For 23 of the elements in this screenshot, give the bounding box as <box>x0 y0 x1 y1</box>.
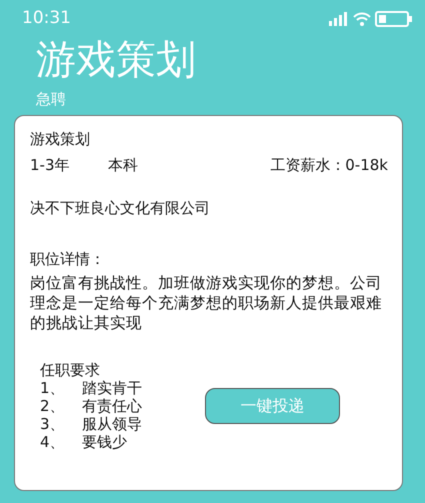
requirements-label: 任职要求 <box>40 360 101 379</box>
requirement-text: 有责任心 <box>82 396 142 415</box>
requirement-text: 踏实肯干 <box>82 378 142 397</box>
list-number: 4、 <box>40 432 66 451</box>
battery-icon <box>375 11 413 27</box>
status-time: 10:31 <box>22 7 71 30</box>
requirement-text: 要钱少 <box>82 432 127 451</box>
experience-text: 1-3年 <box>30 156 70 175</box>
wifi-icon <box>353 12 371 26</box>
signal-icon <box>329 12 349 26</box>
salary-text: 工资薪水：0-18k <box>270 156 388 175</box>
details-label: 职位详情： <box>30 250 106 268</box>
page-title: 游戏策划 <box>36 38 197 82</box>
education-text: 本科 <box>108 156 138 175</box>
requirement-text: 服从领导 <box>82 414 142 433</box>
list-number: 1、 <box>40 378 66 397</box>
job-description: 岗位富有挑战性。加班做游戏实现你的梦想。公司理念是一定给每个充满梦想的职场新人提供最艰难的挑战让其实现 <box>30 272 383 333</box>
apply-button[interactable]: 一键投递 <box>205 388 340 424</box>
page-subtitle: 急聘 <box>36 89 67 110</box>
company-name: 决不下班良心文化有限公司 <box>30 199 211 218</box>
list-number: 3、 <box>40 414 66 433</box>
job-title: 游戏策划 <box>30 130 91 148</box>
list-number: 2、 <box>40 396 66 415</box>
